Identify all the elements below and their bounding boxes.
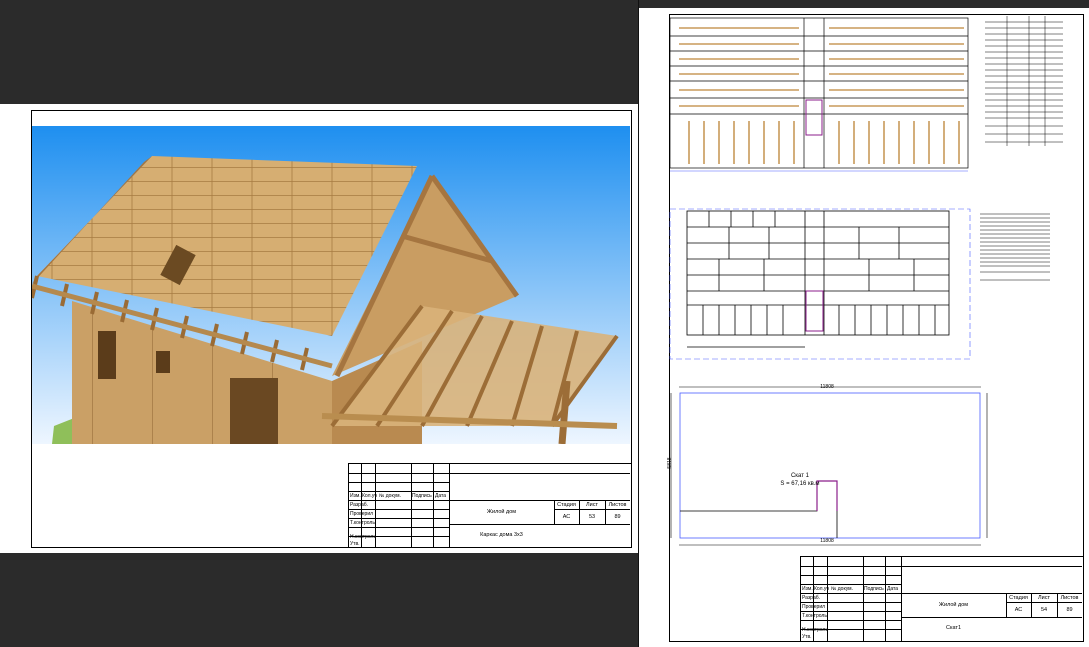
slope-caption-title: Скат 1	[790, 473, 810, 479]
tb2-row-proveril: Проверил	[802, 604, 826, 610]
roof-slope-drawing	[670, 386, 988, 546]
tb-col-sign: Подпись	[412, 493, 432, 499]
tb-stage-value: АС	[562, 514, 571, 520]
tb2-row-razrab: Разраб.	[802, 595, 821, 601]
tb-project-name: Жилой дом	[486, 509, 517, 515]
slope-caption-area: S = 67,16 кв.м	[780, 481, 820, 487]
house-3d-render[interactable]	[32, 126, 630, 444]
right-title-block: Изм. Кол.уч № докум. Подпись Дата Разраб…	[800, 556, 1084, 642]
tb-stage-label: Стадия	[557, 502, 576, 508]
tb-sheets-value: 89	[614, 514, 621, 520]
tb2-sheets-value: 89	[1066, 607, 1073, 613]
osb-spec-list	[980, 210, 1050, 285]
tb2-col-date: Дата	[887, 586, 899, 592]
tb2-sheet-value: 54	[1040, 607, 1048, 613]
dim-bottom: 11808	[820, 538, 834, 544]
tb2-col-sign: Подпись	[864, 586, 884, 592]
dim-top: 11808	[820, 384, 834, 390]
tb-col-date: Дата	[435, 493, 447, 499]
dim-side: 5818	[667, 457, 673, 469]
tb2-project-name: Жилой дом	[938, 602, 969, 608]
rafter-layout-drawing	[669, 17, 969, 172]
tb2-stage-value: АС	[1014, 607, 1023, 613]
roof-slope-plan[interactable]	[669, 383, 989, 551]
tb-sheet-value: 53	[588, 514, 596, 520]
osb-layout-drawing	[669, 208, 971, 360]
specification-table	[985, 16, 1063, 151]
left-title-block: Изм. Кол.уч № докум. Подпись Дата Разраб…	[348, 463, 632, 548]
osb-sheet-layout[interactable]	[669, 207, 974, 362]
house-render-illustration	[32, 126, 630, 444]
tb-row-tkontrol: Т.контроль	[350, 520, 375, 526]
tb-col-kol: Кол.уч	[362, 493, 377, 499]
tb2-row-nkontrol: Н.контроль	[802, 627, 829, 633]
tb2-row-utv: Утв.	[802, 634, 812, 640]
tb-row-nkontrol: Н.контроль	[350, 534, 377, 540]
tb2-col-kol: Кол.уч	[814, 586, 829, 592]
tb-col-doc: № докум.	[379, 493, 401, 499]
tb2-col-izm: Изм.	[802, 586, 813, 592]
tb-sheets-label: Листов	[608, 502, 627, 508]
spec-table-lines	[985, 16, 1063, 146]
tb-row-utv: Утв.	[350, 541, 360, 547]
tb-row-proveril: Проверил	[350, 511, 374, 517]
tb-row-razrab: Разраб.	[350, 502, 369, 508]
tb-drawing-name: Каркас дома 3х3	[480, 532, 523, 538]
tb2-stage-label: Стадия	[1009, 595, 1028, 601]
tb-sheet-label: Лист	[586, 502, 598, 508]
tb2-sheets-label: Листов	[1060, 595, 1079, 601]
tb-col-izm: Изм.	[350, 493, 361, 499]
osb-spec-lines	[980, 213, 1050, 281]
tb2-sheet-label: Лист	[1038, 595, 1050, 601]
tb2-col-doc: № докум.	[831, 586, 853, 592]
tb2-row-tkontrol: Т.контроль	[802, 613, 827, 619]
tb2-drawing-name: Скат1	[945, 625, 961, 631]
rafter-layout-plan[interactable]	[669, 16, 985, 176]
